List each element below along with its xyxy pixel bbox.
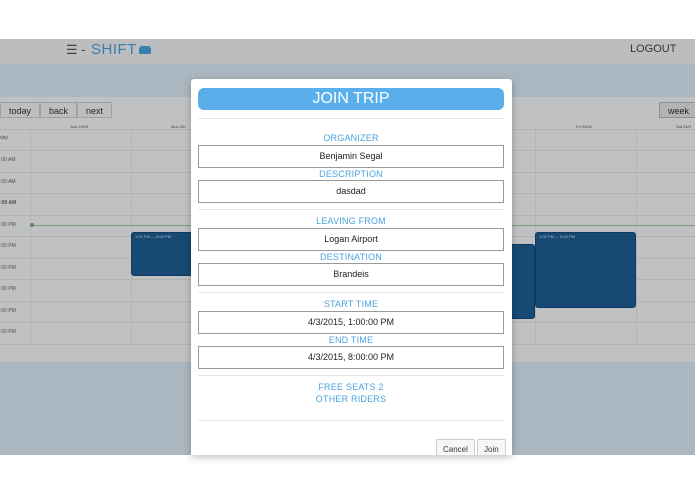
organizer-label: ORGANIZER [323, 133, 379, 143]
join-trip-modal: JOIN TRIP ORGANIZER Benjamin Segal DESCR… [191, 79, 512, 455]
other-riders-text: OTHER RIDERS [315, 394, 387, 404]
leaving-from-label: LEAVING FROM [316, 216, 386, 226]
divider [198, 420, 504, 421]
divider [198, 292, 504, 293]
description-field: dasdad [198, 180, 504, 203]
end-time-label: END TIME [328, 335, 374, 345]
start-time-field: 4/3/2015, 1:00:00 PM [198, 311, 504, 334]
cancel-button[interactable]: Cancel [436, 439, 475, 455]
destination-label: DESTINATION [319, 252, 383, 262]
join-button[interactable]: Join [477, 439, 506, 455]
divider [198, 118, 504, 119]
leaving-from-field: Logan Airport [198, 228, 504, 251]
divider [198, 375, 504, 376]
organizer-field: Benjamin Segal [198, 145, 504, 168]
start-time-label: START TIME [323, 299, 379, 309]
divider [198, 209, 504, 210]
free-seats-text: FREE SEATS 2 [318, 382, 384, 392]
description-label: DESCRIPTION [319, 169, 383, 179]
modal-title: JOIN TRIP [198, 88, 504, 110]
page: ☰ - SHIFT LOGOUT today back next week Su… [0, 0, 695, 494]
end-time-field: 4/3/2015, 8:00:00 PM [198, 346, 504, 369]
destination-field: Brandeis [198, 263, 504, 286]
